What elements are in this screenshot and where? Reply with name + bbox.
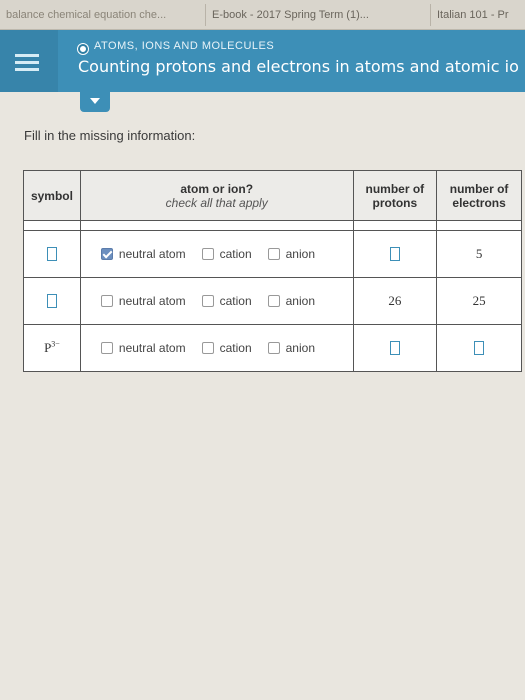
electrons-cell: 5 [436,230,522,278]
checkbox-icon[interactable] [100,295,113,307]
symbol-cell [23,230,81,278]
symbol-cell: P3− [23,324,81,372]
atom-or-ion-cell: neutral atom cation anion [79,230,354,278]
anion-option[interactable]: anion [267,341,315,355]
menu-button[interactable] [0,30,58,92]
cation-option[interactable]: cation [201,294,252,308]
table-row: P3− neutral atom cation anion [23,324,522,372]
cation-option[interactable]: cation [201,341,252,355]
answer-table: symbol atom or ion? check all that apply… [23,170,522,372]
protons-cell [352,230,438,278]
app-header: ATOMS, IONS AND MOLECULES Counting proto… [0,30,525,92]
symbol-input[interactable] [46,247,57,262]
protons-input[interactable] [389,247,400,262]
header-protons: number of protons [352,170,438,221]
electrons-value: 25 [472,293,486,308]
anion-option[interactable]: anion [267,247,315,261]
browser-tab-ebook[interactable]: E-book - 2017 Spring Term (1)... [205,4,425,26]
browser-tab-italian[interactable]: Italian 101 - Pr [430,4,525,26]
neutral-atom-option[interactable]: neutral atom [100,247,186,261]
checkbox-icon[interactable] [267,295,280,307]
checkbox-icon[interactable] [100,342,113,354]
electrons-input[interactable] [474,341,485,356]
page-title: Counting protons and electrons in atoms … [78,57,519,76]
neutral-atom-option[interactable]: neutral atom [100,341,186,355]
protons-cell: 26 [352,277,438,325]
hamburger-icon [15,54,39,57]
neutral-atom-option[interactable]: neutral atom [100,294,186,308]
electrons-cell [436,324,522,372]
cation-option[interactable]: cation [201,247,252,261]
table-header-row: symbol atom or ion? check all that apply… [23,170,522,221]
protons-value: 26 [388,293,402,308]
browser-tab-balance[interactable]: balance chemical equation che... [0,4,190,26]
checkbox-icon[interactable] [267,248,280,260]
checkbox-icon[interactable] [201,342,214,354]
topic-status-icon [78,44,88,54]
atom-or-ion-cell: neutral atom cation anion [79,277,354,325]
table-row: neutral atom cation anion 26 25 [23,277,522,325]
checkbox-icon[interactable] [201,295,214,307]
checkbox-icon[interactable] [201,248,214,260]
checkbox-checked-icon[interactable] [100,248,113,260]
header-symbol: symbol [23,170,81,221]
electrons-cell: 25 [436,277,522,325]
collapse-toggle[interactable] [80,92,110,112]
atom-or-ion-cell: neutral atom cation anion [79,324,354,372]
protons-cell [352,324,438,372]
header-electrons: number of electrons [436,170,522,221]
symbol-input[interactable] [46,294,57,309]
instructions-text: Fill in the missing information: [24,128,196,143]
checkbox-icon[interactable] [267,342,280,354]
browser-tab-bar: balance chemical equation che... E-book … [0,0,525,30]
symbol-value: P3− [44,339,60,356]
symbol-cell [23,277,81,325]
chevron-down-icon [90,98,100,104]
header-atom-or-ion: atom or ion? check all that apply [79,170,354,221]
electrons-value: 5 [475,246,483,261]
protons-input[interactable] [389,341,400,356]
anion-option[interactable]: anion [267,294,315,308]
topic-label: ATOMS, IONS AND MOLECULES [94,40,275,52]
table-row: neutral atom cation anion 5 [23,230,522,278]
